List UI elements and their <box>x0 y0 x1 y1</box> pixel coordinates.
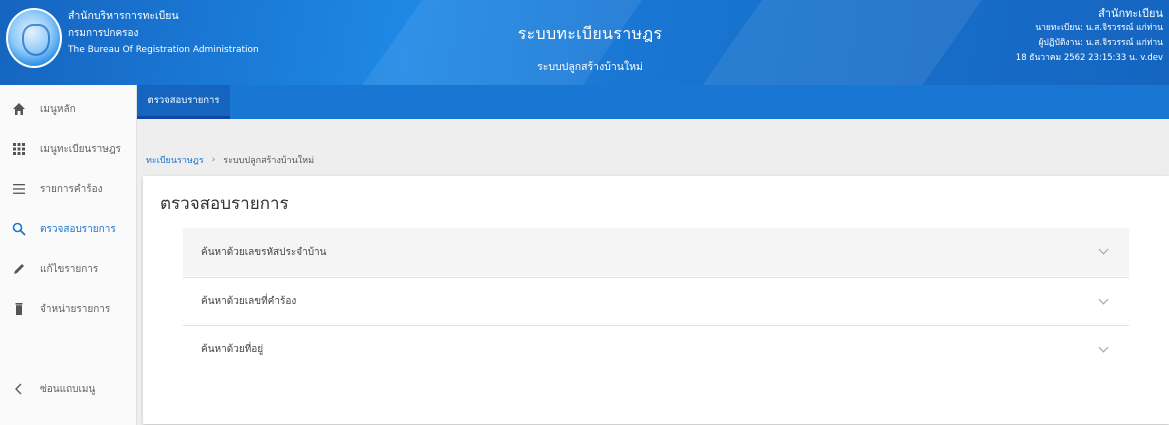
sidebar-item-edit[interactable]: แก้ไขรายการ <box>0 249 137 289</box>
search-icon <box>12 222 26 236</box>
search-by-house-code-panel[interactable]: ค้นหาด้วยเลขรหัสประจำบ้าน <box>183 228 1129 276</box>
sidebar-item-label: เมนูหลัก <box>40 103 76 115</box>
registrar-name: นายทะเบียน: น.ส.จิรวรรณ์ แก่ท่าน <box>1035 23 1163 33</box>
trash-icon <box>12 302 26 316</box>
page-title: ตรวจสอบรายการ <box>160 194 289 214</box>
app-header: สำนักบริหารการทะเบียน กรมการปกครอง The B… <box>0 0 1169 85</box>
sidebar-item-dispose[interactable]: จำหน่ายรายการ <box>0 289 137 329</box>
department-logo <box>6 8 62 68</box>
system-title-block: ระบบทะเบียนราษฎร ระบบปลูกสร้างบ้านใหม่ <box>480 22 700 75</box>
org-name-thai: สำนักบริหารการทะเบียน <box>68 10 179 22</box>
chevron-left-icon <box>12 382 26 396</box>
system-subtitle: ระบบปลูกสร้างบ้านใหม่ <box>537 61 643 73</box>
sidebar-item-label: ซ่อนแถบเมนู <box>40 383 96 395</box>
breadcrumb-separator: › <box>211 155 216 165</box>
sidebar-item-label: เมนูทะเบียนราษฎร <box>40 143 121 155</box>
sidebar-item-label: รายการคำร้อง <box>40 183 103 195</box>
user-office: สำนักทะเบียน <box>1098 7 1163 20</box>
header-decoration <box>649 0 1011 85</box>
chevron-down-icon <box>1098 294 1109 305</box>
search-by-request-number-panel[interactable]: ค้นหาด้วยเลขที่คำร้อง <box>183 277 1129 325</box>
pencil-icon <box>12 262 26 276</box>
session-datetime: 18 ธันวาคม 2562 23:15:33 น. v.dev <box>1015 53 1163 63</box>
breadcrumb-root-link[interactable]: ทะเบียนราษฎร <box>146 153 204 167</box>
panel-label: ค้นหาด้วยเลขที่คำร้อง <box>201 296 297 307</box>
breadcrumb: ทะเบียนราษฎร › ระบบปลูกสร้างบ้านใหม่ <box>146 153 314 167</box>
sidebar-item-verify[interactable]: ตรวจสอบรายการ <box>0 209 137 249</box>
tab-bar: ตรวจสอบรายการ <box>137 85 1169 119</box>
list-icon <box>12 182 26 196</box>
sidebar: เมนูหลัก เมนูทะเบียนราษฎร รายการคำร้อง ต… <box>0 85 137 425</box>
sidebar-item-requests[interactable]: รายการคำร้อง <box>0 169 137 209</box>
panel-label: ค้นหาด้วยที่อยู่ <box>201 344 264 355</box>
sidebar-item-label: ตรวจสอบรายการ <box>40 223 116 235</box>
org-name-english: The Bureau Of Registration Administratio… <box>68 45 259 55</box>
org-department: กรมการปกครอง <box>68 28 139 39</box>
main-card: ตรวจสอบรายการ ค้นหาด้วยเลขรหัสประจำบ้าน … <box>143 176 1169 424</box>
home-icon <box>12 102 26 116</box>
tab-verify[interactable]: ตรวจสอบรายการ <box>137 85 230 119</box>
chevron-down-icon <box>1098 342 1109 353</box>
user-info: สำนักทะเบียน นายทะเบียน: น.ส.จิรวรรณ์ แก… <box>1016 6 1163 66</box>
organization-name: สำนักบริหารการทะเบียน กรมการปกครอง The B… <box>68 8 259 59</box>
search-by-address-panel[interactable]: ค้นหาด้วยที่อยู่ <box>183 325 1129 373</box>
operator-name: ผู้ปฏิบัติงาน: น.ส.จิรวรรณ์ แก่ท่าน <box>1038 38 1163 48</box>
chevron-down-icon <box>1098 244 1109 255</box>
breadcrumb-current: ระบบปลูกสร้างบ้านใหม่ <box>223 156 315 166</box>
sidebar-item-registration-menu[interactable]: เมนูทะเบียนราษฎร <box>0 129 137 169</box>
sidebar-item-label: จำหน่ายรายการ <box>40 303 111 315</box>
panel-label: ค้นหาด้วยเลขรหัสประจำบ้าน <box>201 246 327 258</box>
sidebar-item-main-menu[interactable]: เมนูหลัก <box>0 89 137 129</box>
grid-icon <box>12 142 26 156</box>
sidebar-item-label: แก้ไขรายการ <box>40 263 99 275</box>
sidebar-item-hide-menu[interactable]: ซ่อนแถบเมนู <box>0 369 137 409</box>
system-title: ระบบทะเบียนราษฎร <box>517 24 663 43</box>
